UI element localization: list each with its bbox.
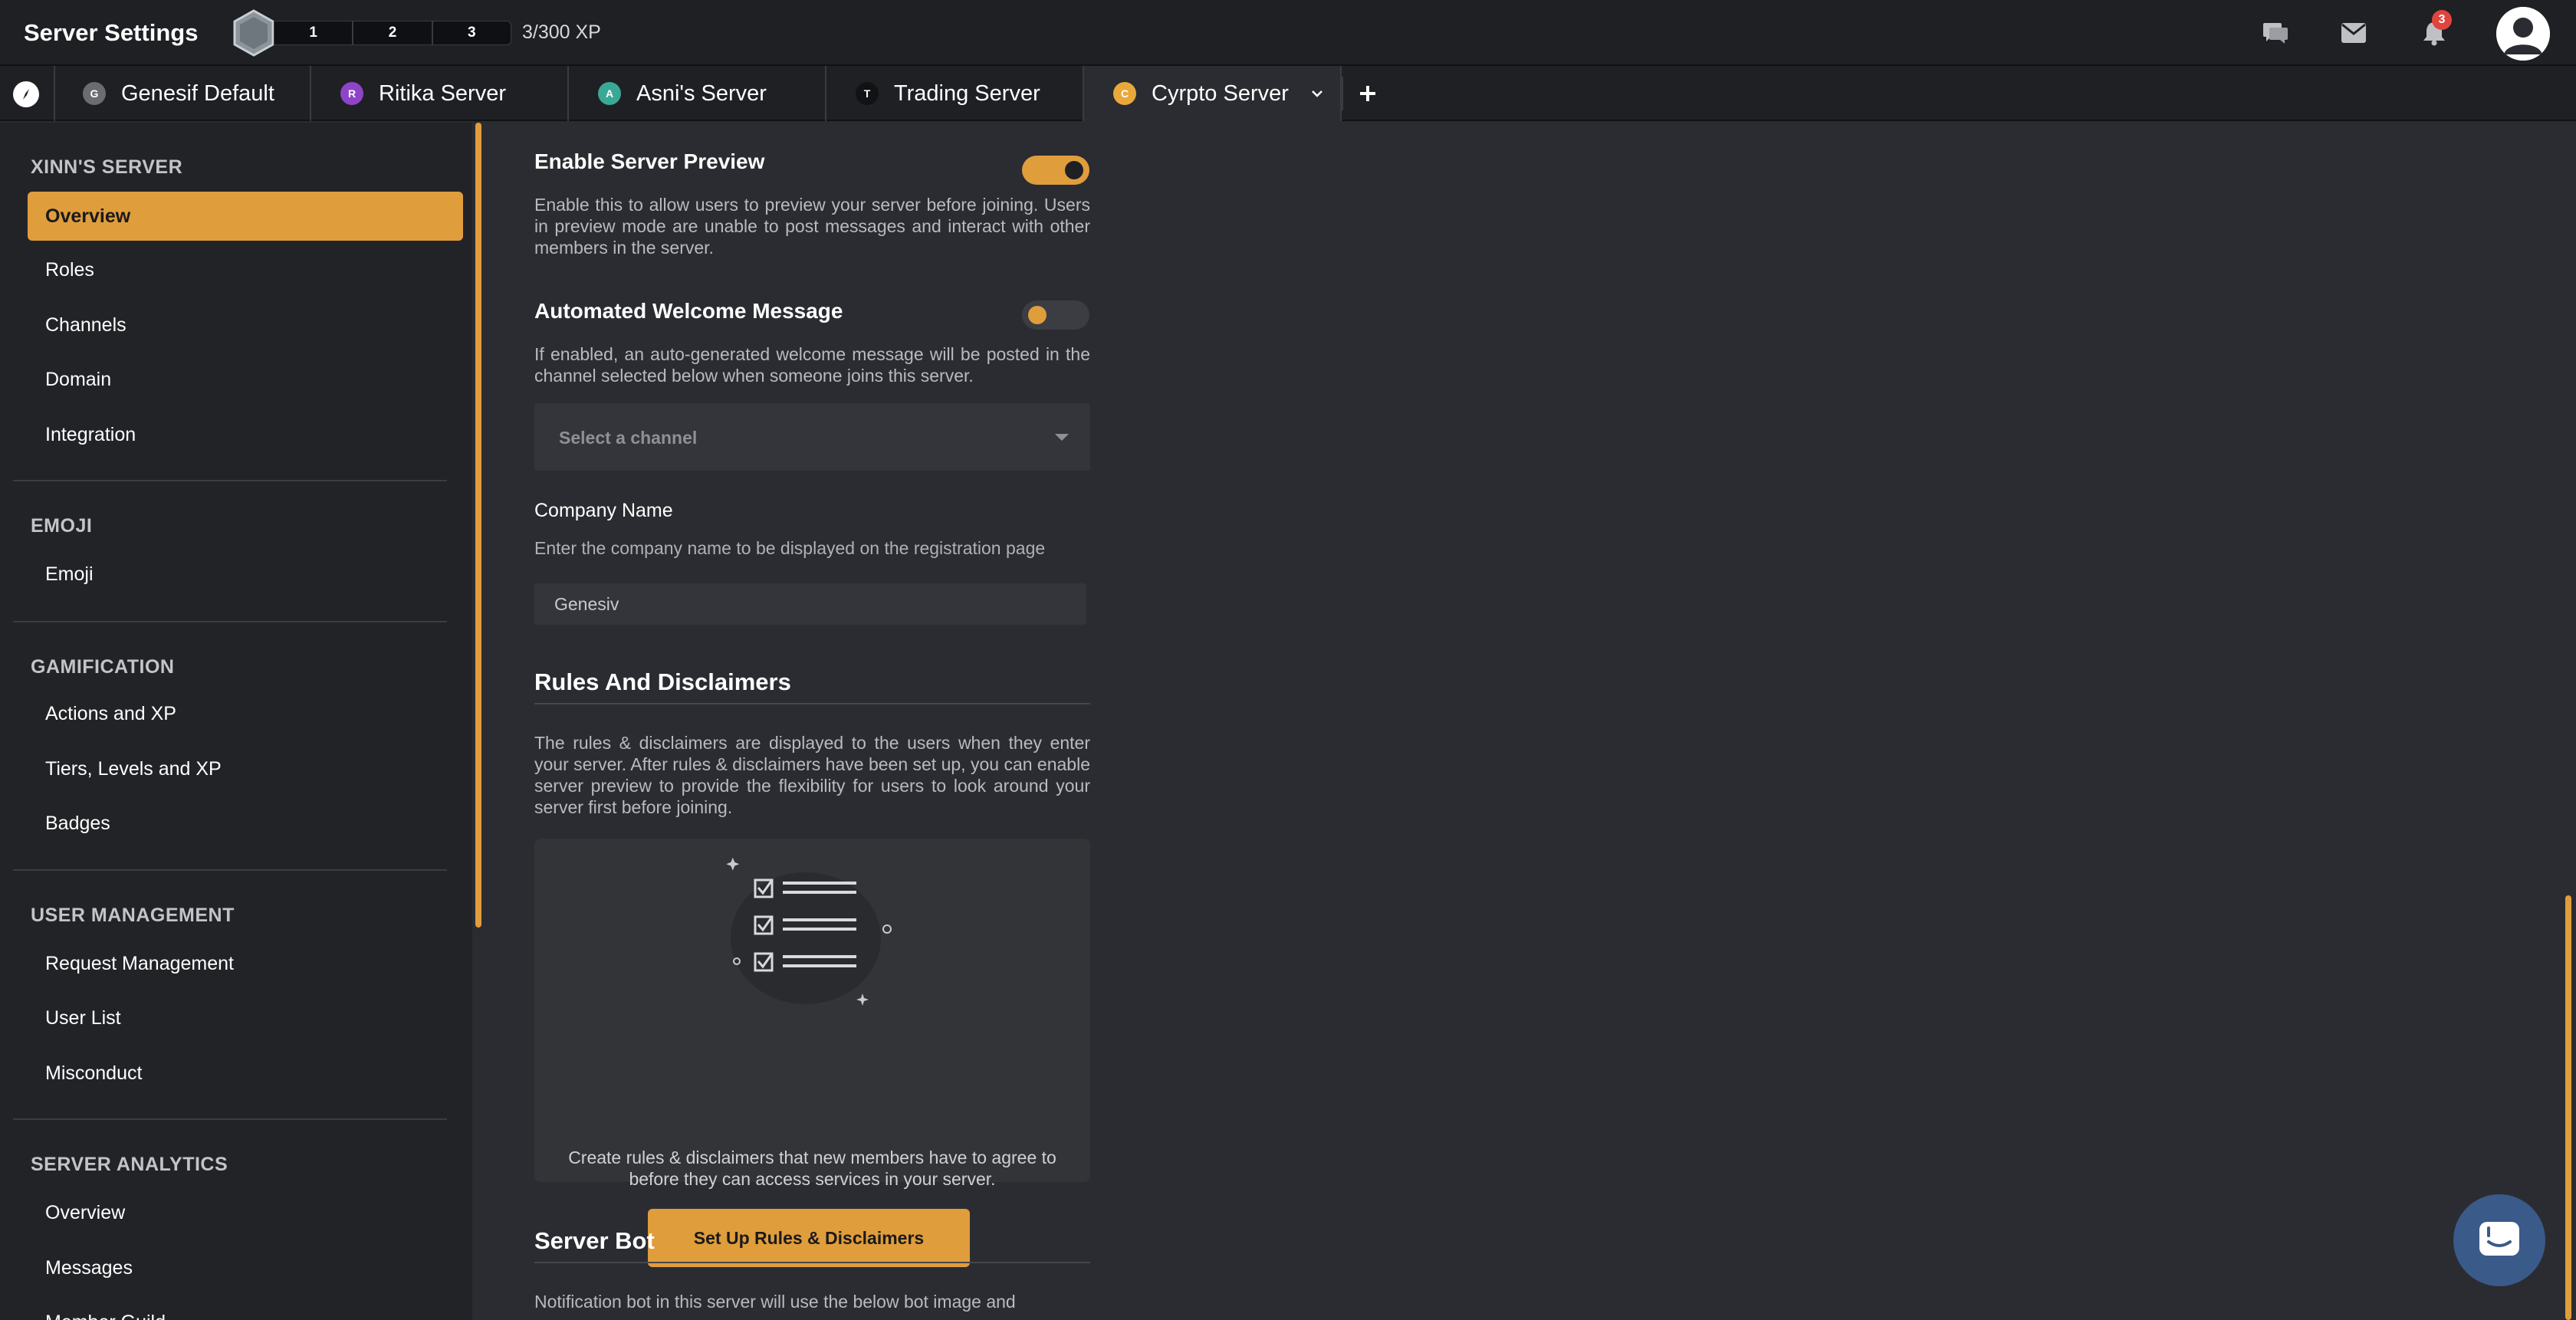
toggle-knob	[1028, 306, 1046, 324]
rules-heading: Rules And Disclaimers	[534, 668, 791, 695]
welcome-message-description: If enabled, an auto-generated welcome me…	[534, 344, 1090, 386]
sidebar-item-request-management[interactable]: Request Management	[28, 939, 463, 988]
sidebar-item-misconduct[interactable]: Misconduct	[28, 1049, 463, 1098]
section-title-user-management: USER MANAGEMENT	[31, 905, 235, 926]
tab-label: Genesif Default	[121, 80, 274, 106]
sidebar-item-actions-xp[interactable]: Actions and XP	[28, 689, 463, 738]
section-title-emoji: EMOJI	[31, 515, 93, 537]
channel-select-placeholder: Select a channel	[559, 428, 698, 448]
tab-genesif-default[interactable]: G Genesif Default	[54, 66, 310, 121]
main-content: Enable Server Preview Enable this to all…	[483, 123, 2576, 1320]
app-title: Server Settings	[24, 19, 199, 46]
plus-icon	[1360, 86, 1375, 101]
server-bot-heading: Server Bot	[534, 1227, 655, 1254]
xp-level-2: 2	[353, 21, 432, 45]
server-preview-toggle[interactable]	[1022, 156, 1089, 185]
settings-sidebar: XINN'S SERVER Overview Roles Channels Do…	[0, 123, 472, 1320]
setup-rules-button[interactable]: Set Up Rules & Disclaimers	[648, 1209, 970, 1267]
tab-label: Asni's Server	[636, 80, 767, 106]
tab-trading-server[interactable]: T Trading Server	[825, 66, 1083, 121]
sidebar-item-roles[interactable]: Roles	[28, 245, 463, 294]
caret-down-icon	[1055, 434, 1069, 441]
tab-avatar-initial: R	[340, 82, 363, 105]
tab-ritika-server[interactable]: R Ritika Server	[310, 66, 567, 121]
section-title-server-analytics: SERVER ANALYTICS	[31, 1154, 228, 1175]
main-scrollbar[interactable]	[2565, 895, 2571, 1320]
sidebar-item-overview[interactable]: Overview	[28, 192, 463, 241]
server-preview-description: Enable this to allow users to preview yo…	[534, 195, 1090, 258]
heading-rule	[534, 1262, 1090, 1263]
company-name-input[interactable]: Genesiv	[534, 583, 1086, 625]
channel-select[interactable]: Select a channel	[534, 403, 1090, 471]
tab-avatar-initial: G	[83, 82, 106, 105]
rules-description: The rules & disclaimers are displayed to…	[534, 733, 1090, 817]
rules-card-text-1: Create rules & disclaimers that new memb…	[568, 1148, 1056, 1167]
sidebar-item-member-guild[interactable]: Member Guild...	[28, 1298, 463, 1320]
sidebar-item-integration[interactable]: Integration	[28, 410, 463, 459]
chat-icon[interactable]	[2260, 18, 2291, 48]
server-bot-description: Notification bot in this server will use…	[534, 1292, 1016, 1312]
rules-card-text-2: before they can access services in your …	[629, 1169, 996, 1189]
checklist-illustration-icon	[724, 854, 893, 1011]
welcome-message-title: Automated Welcome Message	[534, 299, 843, 323]
tab-label: Ritika Server	[379, 80, 506, 106]
rules-empty-state-card: Create rules & disclaimers that new memb…	[534, 839, 1090, 1267]
section-title-gamification: GAMIFICATION	[31, 656, 175, 678]
xp-progress-bar: 1 2 3	[274, 21, 511, 45]
avatar[interactable]	[2496, 7, 2550, 61]
notification-badge: 3	[2432, 10, 2452, 30]
sidebar-item-user-list[interactable]: User List	[28, 993, 463, 1043]
server-preview-title: Enable Server Preview	[534, 149, 765, 173]
tab-avatar-initial: A	[598, 82, 621, 105]
compass-icon[interactable]	[13, 81, 39, 107]
toggle-knob	[1065, 161, 1083, 179]
sidebar-item-messages[interactable]: Messages	[28, 1243, 463, 1292]
tab-label: Trading Server	[894, 80, 1040, 106]
server-tab-bar: G Genesif Default R Ritika Server A Asni…	[0, 66, 2576, 121]
divider	[13, 480, 447, 481]
divider	[13, 869, 447, 871]
support-chat-button[interactable]	[2453, 1194, 2545, 1286]
level-shield-icon	[232, 9, 276, 57]
xp-level-1: 1	[274, 21, 353, 45]
sidebar-item-analytics-overview[interactable]: Overview	[28, 1188, 463, 1237]
top-bar: Server Settings 1 2 3 3/300 XP 3	[0, 0, 2576, 66]
add-tab-button[interactable]	[1342, 77, 1392, 110]
chat-bubble-icon	[2479, 1222, 2519, 1256]
xp-text: 3/300 XP	[522, 21, 601, 43]
tab-avatar-initial: C	[1113, 82, 1136, 105]
divider	[13, 1118, 447, 1120]
xp-level-3: 3	[432, 21, 511, 45]
tab-asnis-server[interactable]: A Asni's Server	[567, 66, 825, 121]
divider	[13, 621, 447, 622]
sidebar-item-tiers-levels[interactable]: Tiers, Levels and XP	[28, 744, 463, 793]
tab-avatar-initial: T	[856, 82, 879, 105]
welcome-message-toggle[interactable]	[1022, 300, 1089, 330]
tab-label: Cyrpto Server	[1152, 80, 1289, 106]
sidebar-item-badges[interactable]: Badges	[28, 799, 463, 848]
tab-cyrpto-server[interactable]: C Cyrpto Server	[1083, 66, 1342, 121]
section-title-server: XINN'S SERVER	[31, 156, 183, 178]
sidebar-item-channels[interactable]: Channels	[28, 300, 463, 350]
company-name-description: Enter the company name to be displayed o…	[534, 538, 1046, 558]
sidebar-scrollbar[interactable]	[475, 123, 481, 928]
chevron-down-icon[interactable]	[1309, 86, 1325, 105]
sidebar-item-domain[interactable]: Domain	[28, 355, 463, 404]
sidebar-item-emoji[interactable]: Emoji	[28, 550, 463, 599]
mail-icon[interactable]	[2338, 18, 2369, 48]
company-name-label: Company Name	[534, 500, 673, 521]
heading-rule	[534, 703, 1090, 704]
